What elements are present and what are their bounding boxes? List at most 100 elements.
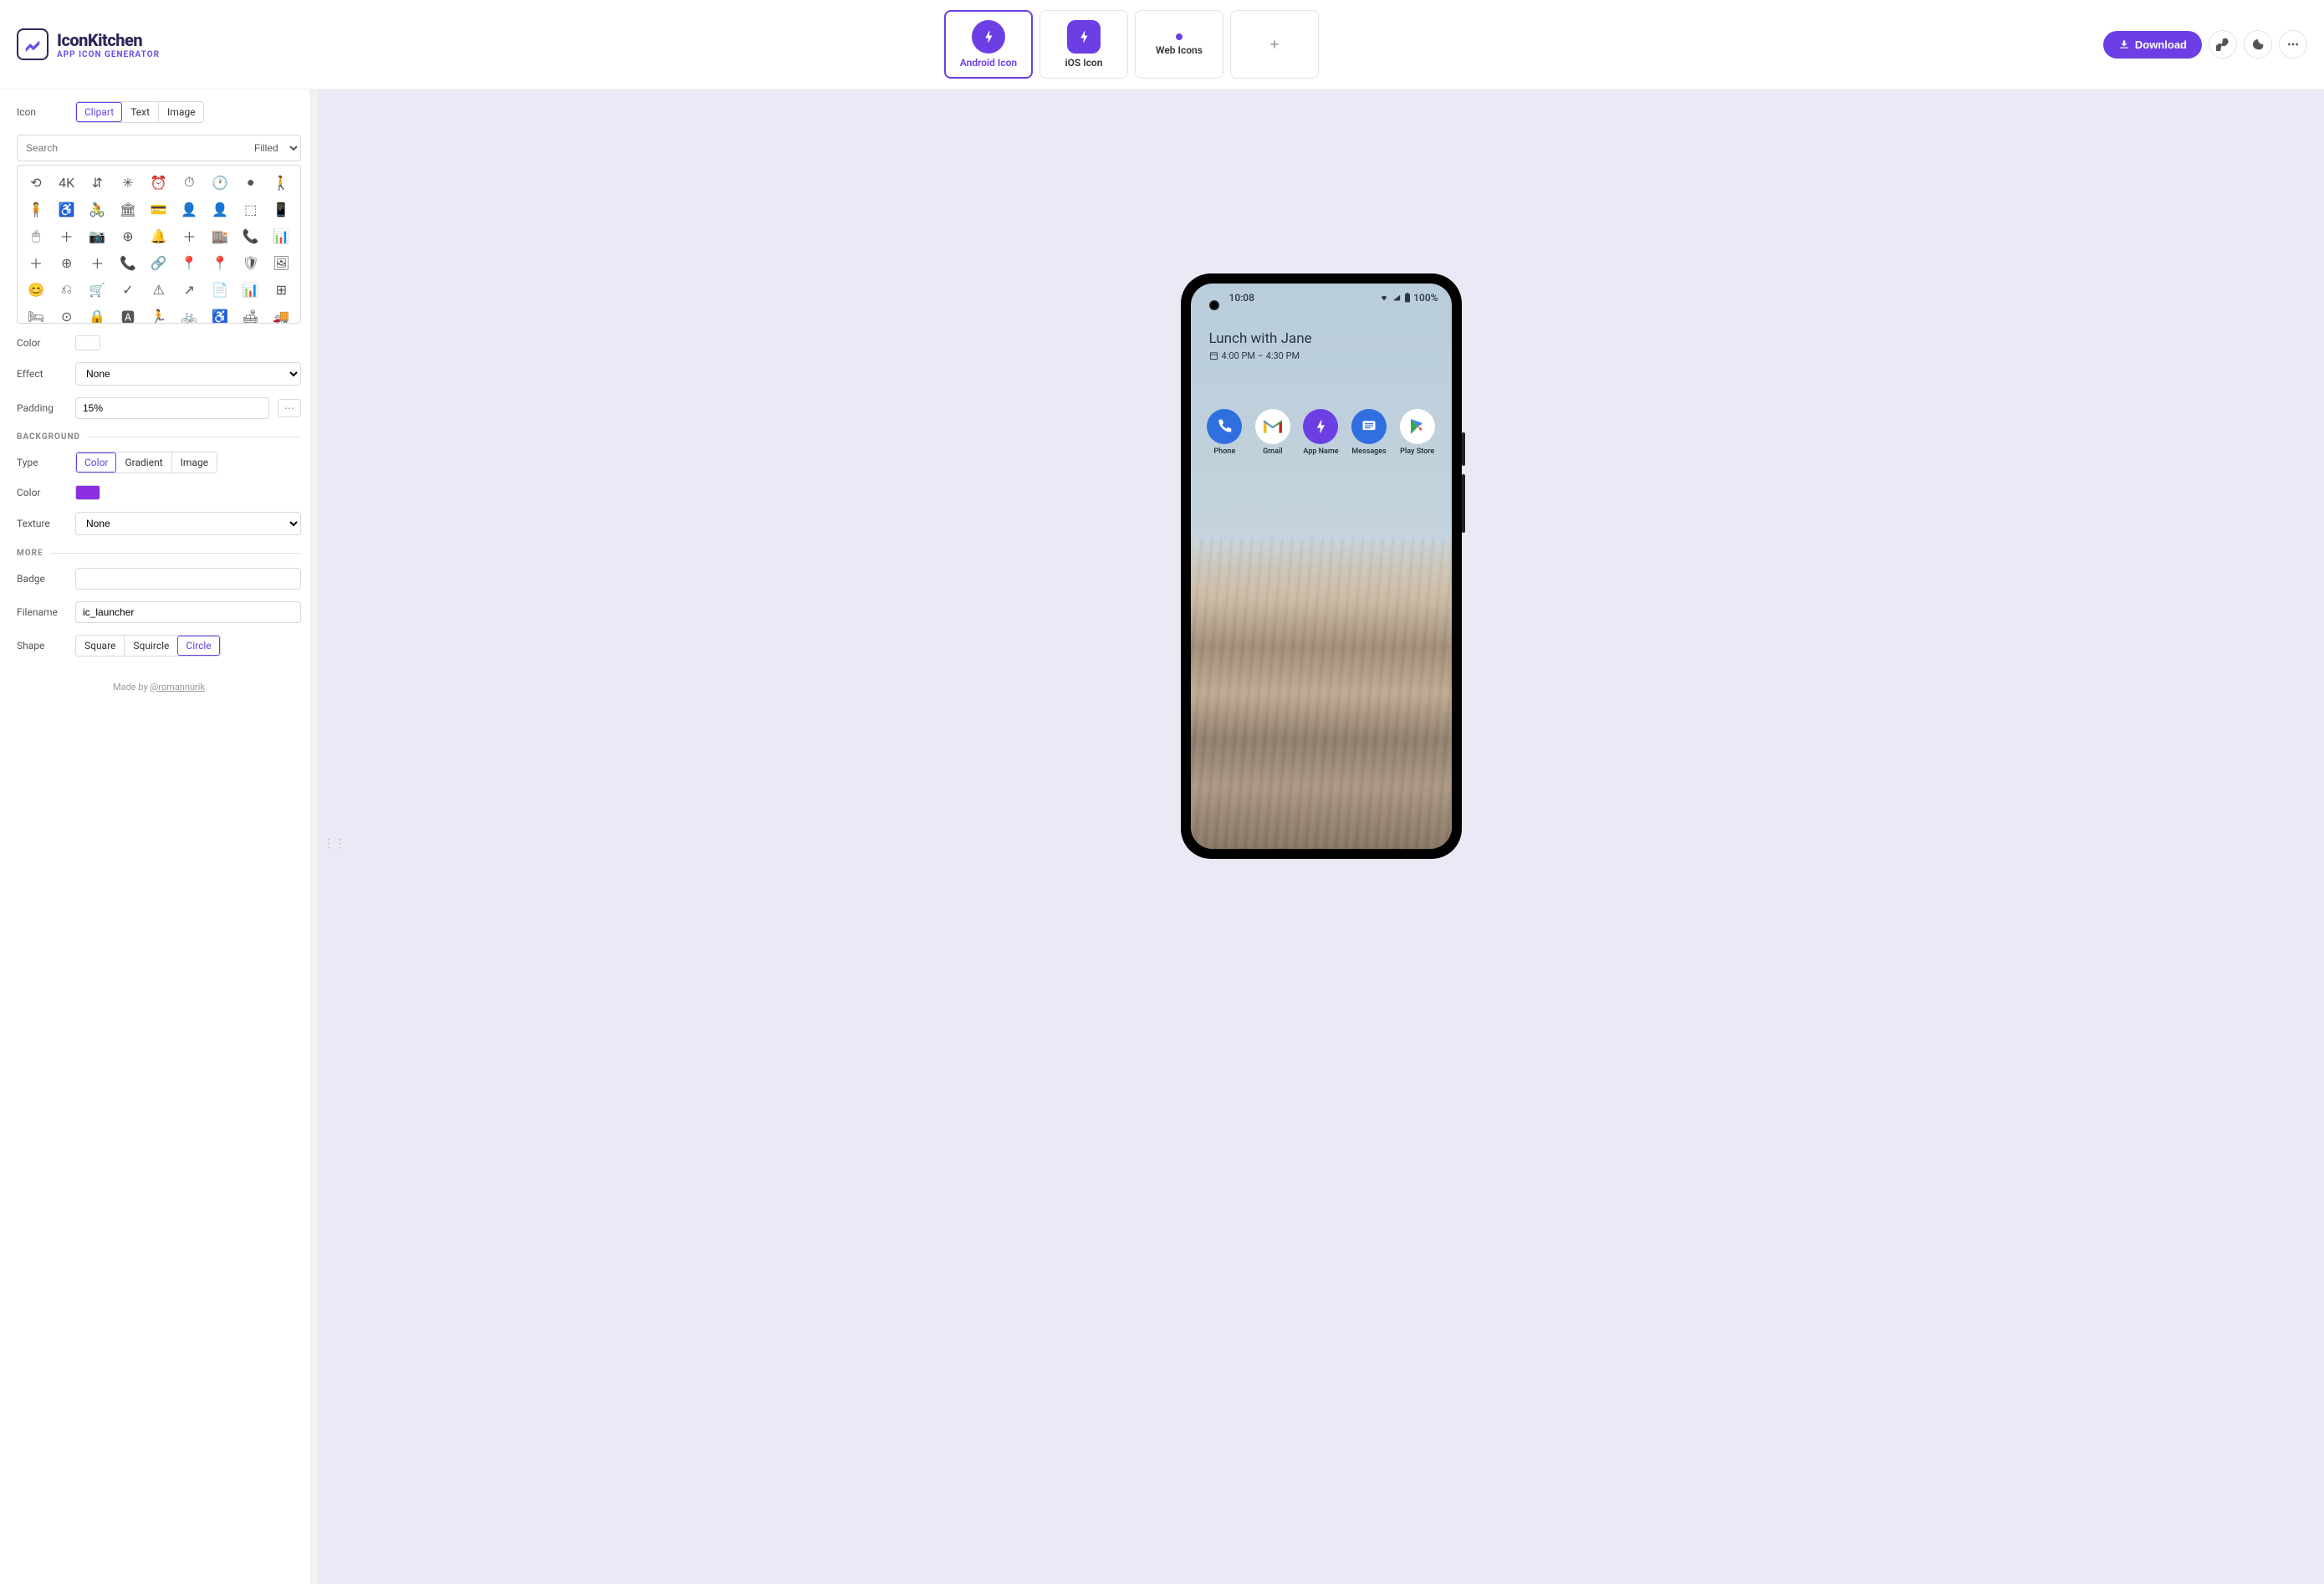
- clipart-item[interactable]: ＋: [84, 251, 110, 274]
- seg-bg-gradient[interactable]: Gradient: [116, 452, 171, 473]
- clipart-item[interactable]: ⎌: [54, 278, 80, 301]
- clipart-item[interactable]: 📊: [268, 224, 294, 248]
- footer-credit: Made by @romannurik: [17, 682, 301, 692]
- clipart-item[interactable]: ♿: [54, 197, 80, 221]
- clipart-item[interactable]: ⊙: [54, 304, 80, 324]
- clipart-item[interactable]: 📞: [238, 224, 264, 248]
- clipart-item[interactable]: 🛡: [238, 251, 264, 274]
- logo[interactable]: IconKitchen APP ICON GENERATOR: [17, 28, 160, 60]
- link-button[interactable]: [2209, 30, 2237, 59]
- seg-bg-image[interactable]: Image: [171, 452, 217, 473]
- clipart-item[interactable]: 🏬: [207, 224, 233, 248]
- clipart-item[interactable]: ●: [238, 171, 264, 194]
- clipart-item[interactable]: 🛒: [84, 278, 110, 301]
- clipart-item[interactable]: ⬚: [238, 197, 264, 221]
- clipart-item[interactable]: 📄: [207, 278, 233, 301]
- drag-handle-icon[interactable]: ⋮⋮: [323, 837, 346, 851]
- clipart-grid[interactable]: ⟲4K⇵✳⏰⏱🕐●🚶🧍♿🚴🏛💳👤👤⬚📱🖱＋📷⊕🔔＋🏬📞📊＋⊕＋📞🔗📍📍🛡🖼😊⎌🛒…: [17, 165, 301, 324]
- seg-image[interactable]: Image: [158, 102, 203, 122]
- clipart-item[interactable]: ⊕: [54, 251, 80, 274]
- clipart-item[interactable]: 4K: [54, 171, 80, 194]
- clipart-item[interactable]: ⏰: [146, 171, 172, 194]
- clipart-item[interactable]: 📱: [268, 197, 294, 221]
- clipart-item[interactable]: 📊: [238, 278, 264, 301]
- fg-color-swatch[interactable]: [75, 335, 100, 350]
- seg-square[interactable]: Square: [76, 636, 124, 656]
- tab-ios[interactable]: iOS Icon: [1039, 10, 1128, 79]
- clipart-item[interactable]: 📷: [84, 224, 110, 248]
- clipart-item[interactable]: 🔔: [146, 224, 172, 248]
- clipart-item[interactable]: 🛏: [23, 304, 49, 324]
- clipart-item[interactable]: 🚚: [268, 304, 294, 324]
- clipart-item[interactable]: ✳: [115, 171, 141, 194]
- clipart-item[interactable]: ⟲: [23, 171, 49, 194]
- logo-subtitle: APP ICON GENERATOR: [57, 50, 160, 59]
- author-link[interactable]: @romannurik: [150, 682, 205, 692]
- tab-add[interactable]: [1230, 10, 1319, 79]
- download-button[interactable]: Download: [2103, 31, 2202, 59]
- clipart-item[interactable]: ＋: [176, 224, 202, 248]
- fg-color-label: Color: [17, 337, 67, 349]
- clipart-item[interactable]: ♿: [207, 304, 233, 324]
- clipart-item[interactable]: 🛋: [238, 304, 264, 324]
- bg-color-swatch[interactable]: [75, 485, 100, 500]
- clipart-item[interactable]: 📞: [115, 251, 141, 274]
- clipart-item[interactable]: ↗: [176, 278, 202, 301]
- clipart-item[interactable]: ⊞: [268, 278, 294, 301]
- filename-input[interactable]: [75, 601, 301, 623]
- search-input[interactable]: [18, 136, 243, 160]
- battery-percent: 100%: [1413, 292, 1438, 304]
- clipart-item[interactable]: 🏛: [115, 197, 141, 221]
- clipart-item[interactable]: 📍: [176, 251, 202, 274]
- app-label: Play Store: [1400, 447, 1434, 456]
- badge-label: Badge: [17, 573, 67, 585]
- type-label: Type: [17, 457, 67, 468]
- more-button[interactable]: [2279, 30, 2307, 59]
- clipart-item[interactable]: 📍: [207, 251, 233, 274]
- clipart-item[interactable]: ⏱: [176, 171, 202, 194]
- clipart-item[interactable]: ＋: [23, 251, 49, 274]
- dot-icon: [1175, 33, 1183, 41]
- clipart-item[interactable]: 🖱: [23, 224, 49, 248]
- platform-tabs: Android Icon iOS Icon Web Icons: [944, 10, 1319, 79]
- clipart-item[interactable]: 🔒: [84, 304, 110, 324]
- clipart-item[interactable]: 🚶: [268, 171, 294, 194]
- badge-input[interactable]: [75, 568, 301, 590]
- clipart-item[interactable]: ✓: [115, 278, 141, 301]
- clipart-item[interactable]: ⇵: [84, 171, 110, 194]
- clipart-item[interactable]: 🅰: [115, 304, 141, 324]
- clipart-item[interactable]: 🕐: [207, 171, 233, 194]
- seg-bg-color[interactable]: Color: [76, 452, 116, 473]
- tab-web[interactable]: Web Icons: [1135, 10, 1223, 79]
- effect-select[interactable]: None: [75, 362, 301, 386]
- clipart-item[interactable]: 👤: [207, 197, 233, 221]
- seg-text[interactable]: Text: [122, 102, 158, 122]
- clipart-item[interactable]: 😊: [23, 278, 49, 301]
- seg-circle[interactable]: Circle: [177, 636, 219, 656]
- texture-select[interactable]: None: [75, 512, 301, 535]
- clipart-item[interactable]: 🏃: [146, 304, 172, 324]
- style-select[interactable]: Filled: [243, 135, 300, 161]
- app-messages: Messages: [1346, 409, 1392, 456]
- clipart-item[interactable]: ⚠: [146, 278, 172, 301]
- tab-android[interactable]: Android Icon: [944, 10, 1033, 79]
- clipart-item[interactable]: 🚴: [84, 197, 110, 221]
- download-label: Download: [2135, 38, 2187, 51]
- clipart-item[interactable]: 👤: [176, 197, 202, 221]
- clipart-item[interactable]: 🚲: [176, 304, 202, 324]
- clipart-item[interactable]: 💳: [146, 197, 172, 221]
- theme-button[interactable]: [2244, 30, 2272, 59]
- padding-more-button[interactable]: ⋯: [278, 399, 301, 417]
- shape-label: Shape: [17, 640, 67, 651]
- seg-clipart[interactable]: Clipart: [76, 102, 122, 122]
- clipart-item[interactable]: 🖼: [268, 251, 294, 274]
- app-app-name: App Name: [1297, 409, 1344, 456]
- clipart-item[interactable]: ＋: [54, 224, 80, 248]
- padding-input[interactable]: [75, 397, 269, 419]
- clipart-item[interactable]: 🔗: [146, 251, 172, 274]
- clipart-item[interactable]: 🧍: [23, 197, 49, 221]
- clipart-item[interactable]: ⊕: [115, 224, 141, 248]
- status-time: 10:08: [1229, 292, 1254, 304]
- seg-squircle[interactable]: Squircle: [124, 636, 177, 656]
- app-row: PhoneGmailApp NameMessagesPlay Store: [1191, 409, 1452, 456]
